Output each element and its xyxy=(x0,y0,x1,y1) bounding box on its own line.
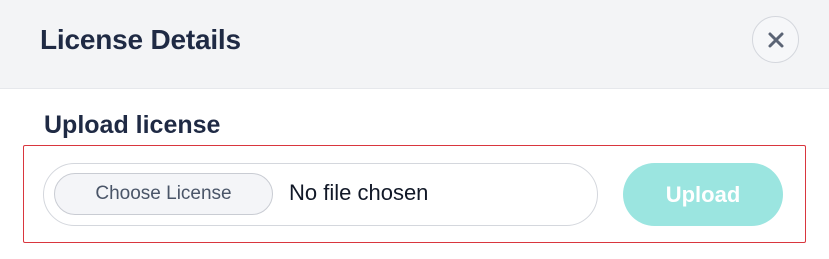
choose-license-button[interactable]: Choose License xyxy=(54,173,273,215)
file-status-text: No file chosen xyxy=(289,180,429,205)
dialog-header: License Details xyxy=(0,0,829,89)
close-icon xyxy=(767,31,785,49)
dialog-title: License Details xyxy=(40,24,241,55)
upload-license-label: Upload license xyxy=(44,111,221,139)
upload-button[interactable]: Upload xyxy=(623,163,783,226)
close-button[interactable] xyxy=(752,16,799,63)
license-details-dialog: License Details Upload license Choose Li… xyxy=(0,0,829,259)
